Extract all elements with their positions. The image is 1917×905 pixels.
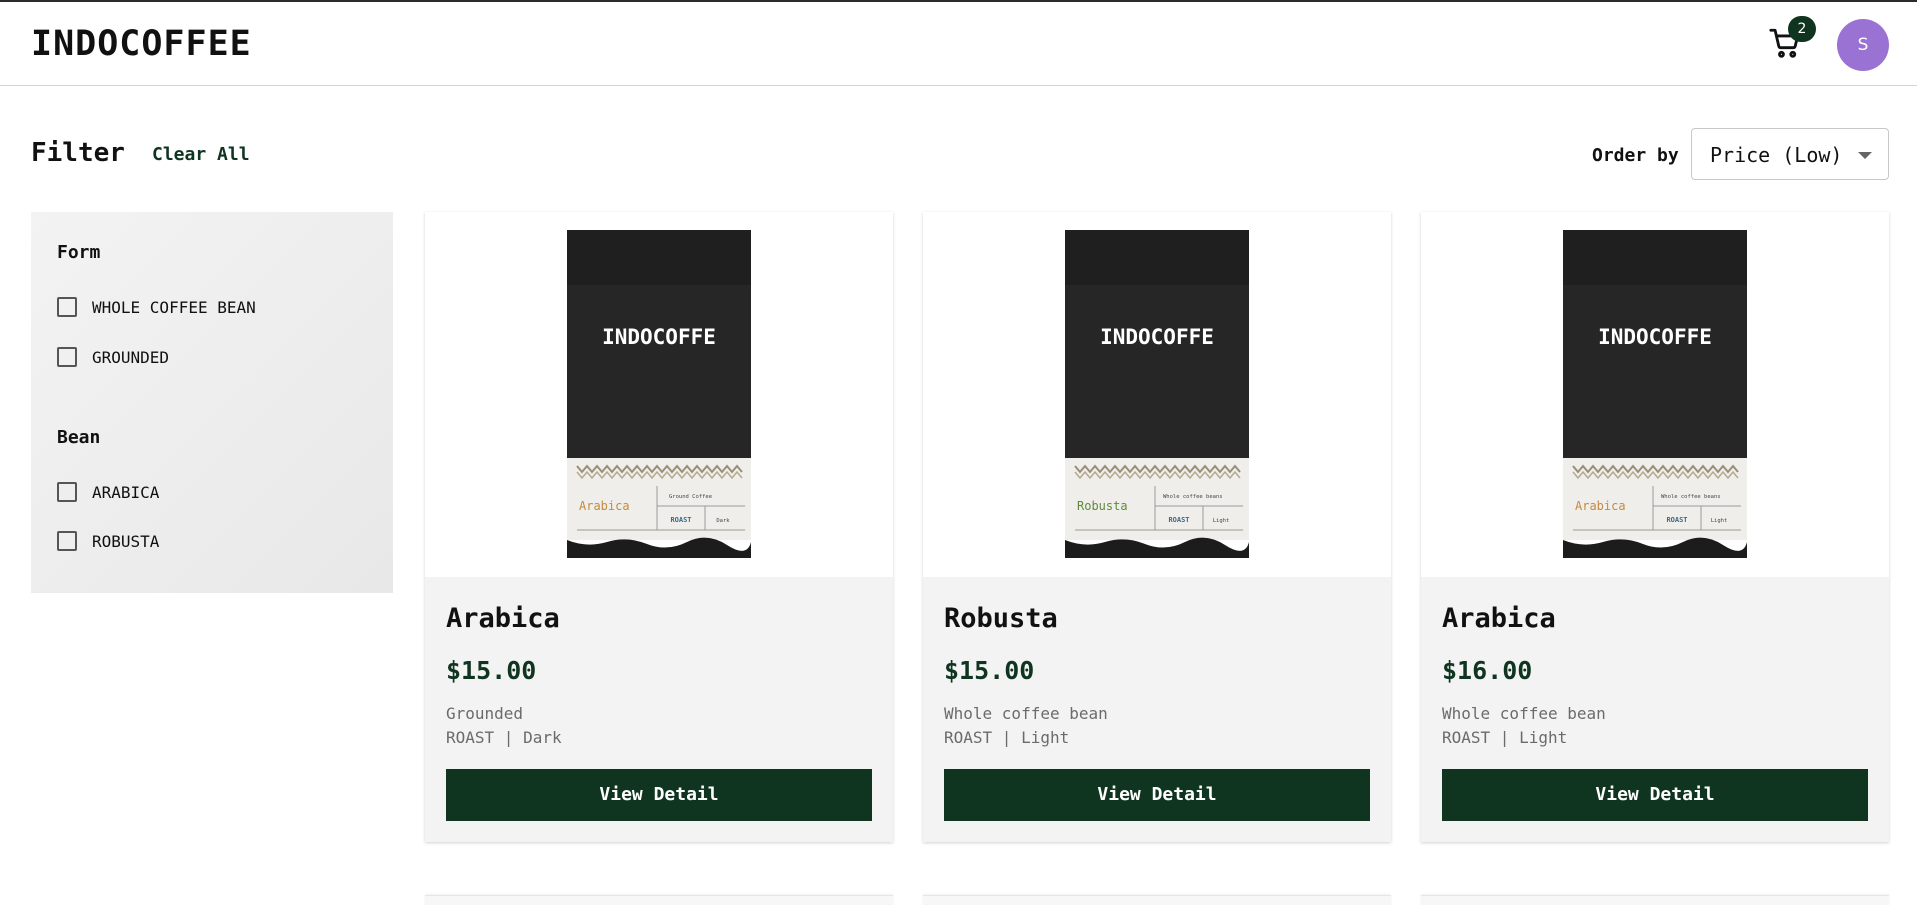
filter-option-robusta[interactable]: ROBUSTA xyxy=(57,530,159,552)
chevron-down-icon xyxy=(1858,152,1872,159)
product-card[interactable]: INDOCOFFE Arabica Whole coffee beans ROA… xyxy=(1421,212,1889,842)
checkbox[interactable] xyxy=(57,347,77,367)
product-card[interactable]: INDOCOFFE Arabica Ground Coffee ROAST Da… xyxy=(425,212,893,842)
coffee-bag-image: INDOCOFFE Arabica Ground Coffee ROAST Da… xyxy=(567,230,751,558)
bag-roast-word: ROAST xyxy=(1666,516,1687,524)
filter-option-whole-coffee-bean[interactable]: WHOLE COFFEE BEAN xyxy=(57,296,256,318)
checkbox[interactable] xyxy=(57,482,77,502)
product-card[interactable] xyxy=(1421,895,1889,905)
product-form: Whole coffee bean xyxy=(944,704,1108,723)
product-card[interactable] xyxy=(923,895,1391,905)
filter-option-label: GROUNDED xyxy=(92,347,170,367)
bag-brand: INDOCOFFE xyxy=(1598,325,1712,349)
product-roast: ROAST | Light xyxy=(944,728,1070,747)
product-form: Grounded xyxy=(446,704,524,723)
product-roast: ROAST | Dark xyxy=(446,728,562,747)
product-price: $15.00 xyxy=(446,656,537,685)
product-price: $16.00 xyxy=(1442,656,1533,685)
view-detail-button[interactable]: View Detail xyxy=(1442,769,1868,821)
bag-roast-word: ROAST xyxy=(1168,516,1189,524)
bag-brand: INDOCOFFE xyxy=(602,325,716,349)
product-price: $15.00 xyxy=(944,656,1035,685)
filter-option-grounded[interactable]: GROUNDED xyxy=(57,346,169,368)
filter-option-label: WHOLE COFFEE BEAN xyxy=(92,297,256,317)
bag-roast-level: Light xyxy=(1711,518,1728,524)
user-avatar[interactable]: S xyxy=(1837,19,1889,71)
bag-brand: INDOCOFFE xyxy=(1100,325,1214,349)
checkbox[interactable] xyxy=(57,531,77,551)
bag-form: Ground Coffee xyxy=(669,494,712,500)
filter-option-label: ARABICA xyxy=(92,482,160,502)
bag-form: Whole coffee beans xyxy=(1661,494,1721,500)
bag-variety: Arabica xyxy=(579,499,630,513)
bag-variety: Arabica xyxy=(1575,499,1626,513)
filter-option-arabica[interactable]: ARABICA xyxy=(57,481,159,503)
app-header: INDOCOFFEE 2 S xyxy=(0,2,1917,86)
product-image: INDOCOFFE Arabica Ground Coffee ROAST Da… xyxy=(425,212,893,577)
checkbox[interactable] xyxy=(57,297,77,317)
product-card[interactable]: INDOCOFFE Robusta Whole coffee beans ROA… xyxy=(923,212,1391,842)
product-image: INDOCOFFE Arabica Whole coffee beans ROA… xyxy=(1421,212,1889,577)
order-by-label: Order by xyxy=(1592,145,1679,166)
order-by-select[interactable]: Price (Low) xyxy=(1691,128,1889,180)
logo[interactable]: INDOCOFFEE xyxy=(31,24,252,64)
bag-form: Whole coffee beans xyxy=(1163,494,1223,500)
order-by-value: Price (Low) xyxy=(1710,143,1843,167)
bag-variety: Robusta xyxy=(1077,499,1128,513)
product-card[interactable] xyxy=(425,895,893,905)
product-roast: ROAST | Light xyxy=(1442,728,1568,747)
filter-group-form-title: Form xyxy=(57,242,101,263)
bag-roast-level: Dark xyxy=(716,518,730,524)
clear-all-link[interactable]: Clear All xyxy=(152,144,250,165)
product-name: Arabica xyxy=(1442,603,1556,634)
product-name: Arabica xyxy=(446,603,560,634)
filter-title: Filter xyxy=(31,138,125,168)
product-image: INDOCOFFE Robusta Whole coffee beans ROA… xyxy=(923,212,1391,577)
view-detail-button[interactable]: View Detail xyxy=(446,769,872,821)
product-form: Whole coffee bean xyxy=(1442,704,1606,723)
filter-group-bean-title: Bean xyxy=(57,427,101,448)
coffee-bag-image: INDOCOFFE Arabica Whole coffee beans ROA… xyxy=(1563,230,1747,558)
filter-option-label: ROBUSTA xyxy=(92,531,160,551)
filter-sidebar: Form WHOLE COFFEE BEAN GROUNDED Bean ARA… xyxy=(31,212,393,593)
view-detail-button[interactable]: View Detail xyxy=(944,769,1370,821)
coffee-bag-image: INDOCOFFE Robusta Whole coffee beans ROA… xyxy=(1065,230,1249,558)
bag-roast-level: Light xyxy=(1213,518,1230,524)
cart-count-badge: 2 xyxy=(1788,16,1816,42)
product-name: Robusta xyxy=(944,603,1058,634)
bag-roast-word: ROAST xyxy=(670,516,691,524)
